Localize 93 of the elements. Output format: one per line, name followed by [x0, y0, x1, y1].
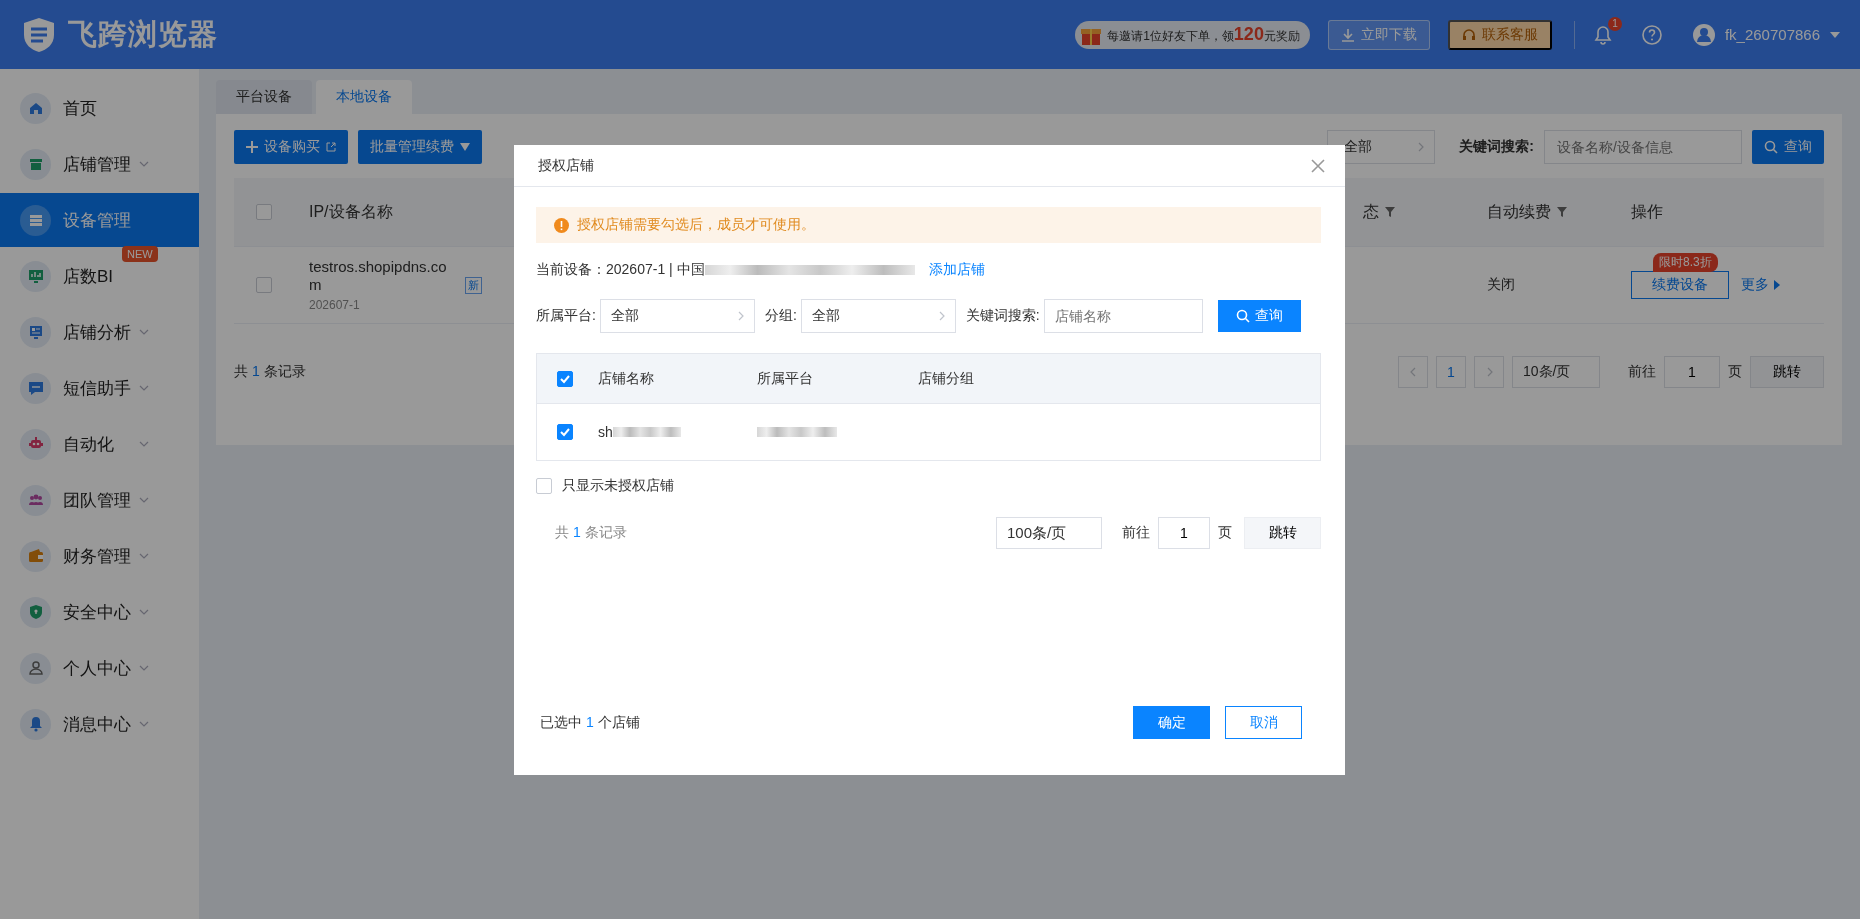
- column-header: IP/设备名称: [309, 201, 393, 222]
- filter-icon[interactable]: [1557, 207, 1567, 217]
- blur-redaction: [612, 427, 681, 437]
- column-header: 态: [1363, 201, 1379, 222]
- device-name: testros.shopipdns.com: [309, 258, 448, 294]
- close-icon[interactable]: [1311, 158, 1325, 173]
- notification-badge: 1: [1607, 16, 1622, 31]
- more-link[interactable]: 更多: [1741, 276, 1780, 294]
- goto-page-field[interactable]: 1: [1158, 517, 1210, 549]
- jump-button[interactable]: 跳转: [1750, 356, 1824, 388]
- search-button[interactable]: 查询: [1752, 130, 1824, 164]
- checkbox[interactable]: [557, 370, 573, 387]
- external-link-icon: [326, 142, 336, 152]
- cancel-button[interactable]: 取消: [1225, 706, 1302, 739]
- sidebar-item[interactable]: 个人中心: [0, 641, 199, 695]
- checkbox[interactable]: [536, 478, 552, 494]
- keyword-label: 关键词搜索:: [965, 307, 1040, 325]
- chevron-right-icon: [1416, 142, 1425, 152]
- platform-select[interactable]: 全部: [599, 299, 755, 333]
- tab[interactable]: 本地设备: [316, 80, 412, 114]
- sidebar-item[interactable]: 店铺管理: [0, 137, 199, 191]
- store-name: sh: [598, 424, 613, 440]
- chevron-right-icon: [1485, 367, 1493, 377]
- alert-text: 授权店铺需要勾选后，成员才可使用。: [577, 216, 815, 234]
- store-name-field[interactable]: 店铺名称: [1043, 299, 1203, 333]
- group-label: 分组:: [764, 307, 797, 325]
- sidebar-item[interactable]: 店数BI NEW: [0, 249, 199, 303]
- sidebar-item[interactable]: 自动化: [0, 417, 199, 471]
- renew-device-button[interactable]: 续费设备: [1631, 271, 1729, 299]
- checkbox-label: 只显示未授权店铺: [562, 477, 674, 495]
- chevron-left-icon: [1409, 367, 1417, 377]
- sidebar-item[interactable]: 店铺分析: [0, 305, 199, 359]
- sidebar-item[interactable]: 设备管理: [0, 193, 199, 247]
- sidebar-item[interactable]: 短信助手: [0, 361, 199, 415]
- bell-icon[interactable]: [1592, 24, 1613, 45]
- filter-icon[interactable]: [1385, 207, 1395, 217]
- goto-page-field[interactable]: 1: [1664, 356, 1720, 388]
- caret-down-icon: [460, 143, 470, 151]
- caret-down-icon[interactable]: [1830, 31, 1840, 38]
- group-select[interactable]: 全部: [800, 299, 956, 333]
- current-device-label: 当前设备：202607-1 | 中国: [536, 261, 705, 279]
- sidebar-item[interactable]: 安全中心: [0, 585, 199, 639]
- buy-device-button[interactable]: 设备购买: [234, 130, 348, 164]
- auto-renew-status: 关闭: [1487, 276, 1515, 294]
- page-number[interactable]: 1: [1436, 356, 1466, 388]
- promo-text: 每邀请1位好友下单，领120元奖励: [1107, 24, 1300, 45]
- total-records: 共 1 条记录: [555, 524, 627, 542]
- brand-name: 飞跨浏览器: [68, 16, 218, 52]
- discount-badge: 限时8.3折: [1653, 253, 1718, 272]
- promo-banner[interactable]: 每邀请1位好友下单，领120元奖励: [1075, 20, 1310, 49]
- add-store-link[interactable]: 添加店铺: [928, 261, 985, 279]
- total-records: 共 1 条记录: [234, 363, 306, 381]
- caret-right-icon: [1774, 280, 1780, 290]
- checkbox[interactable]: [256, 277, 272, 293]
- new-badge: NEW: [122, 246, 158, 262]
- help-icon[interactable]: [1640, 23, 1663, 46]
- search-icon: [1235, 309, 1250, 323]
- tab[interactable]: 平台设备: [216, 80, 312, 114]
- page-unit: 页: [1728, 363, 1742, 381]
- column-header: 操作: [1631, 201, 1663, 222]
- device-id: 202607-1: [309, 298, 361, 312]
- sidebar-item[interactable]: 消息中心: [0, 697, 199, 751]
- column-header: 所属平台: [757, 369, 814, 388]
- selected-count: 已选中 1 个店铺: [540, 713, 640, 732]
- search-button[interactable]: 查询: [1217, 300, 1301, 332]
- sidebar-item[interactable]: 团队管理: [0, 473, 199, 527]
- platform-label: 所属平台:: [536, 307, 596, 325]
- batch-renew-button[interactable]: 批量管理续费: [358, 130, 482, 164]
- avatar-icon[interactable]: [1692, 23, 1715, 46]
- warning-icon: [554, 217, 569, 233]
- headset-icon: [1461, 27, 1476, 42]
- new-tag: 新: [465, 276, 482, 294]
- sidebar-item[interactable]: 财务管理: [0, 529, 199, 583]
- column-header: 店铺名称: [598, 369, 655, 388]
- confirm-button[interactable]: 确定: [1133, 706, 1210, 739]
- shield-logo-icon: [22, 16, 56, 53]
- column-header: 店铺分组: [918, 369, 975, 388]
- checkbox[interactable]: [557, 424, 573, 440]
- goto-label: 前往: [1122, 524, 1150, 542]
- page-size-select[interactable]: 10条/页: [1512, 356, 1600, 388]
- search-icon: [1764, 140, 1778, 154]
- sidebar-item[interactable]: 首页: [0, 81, 199, 135]
- keyword-search-field[interactable]: 设备名称/设备信息: [1544, 130, 1742, 164]
- checkbox[interactable]: [256, 204, 272, 220]
- column-header: 自动续费: [1487, 201, 1551, 222]
- plus-icon: [246, 141, 258, 153]
- jump-button[interactable]: 跳转: [1244, 517, 1321, 549]
- page-unit: 页: [1218, 524, 1232, 542]
- download-icon: [1340, 27, 1355, 42]
- page-size-select[interactable]: 100条/页: [996, 517, 1102, 549]
- goto-label: 前往: [1628, 363, 1656, 381]
- dialog-title: 授权店铺: [538, 156, 594, 175]
- keyword-label: 关键词搜索:: [1459, 138, 1534, 156]
